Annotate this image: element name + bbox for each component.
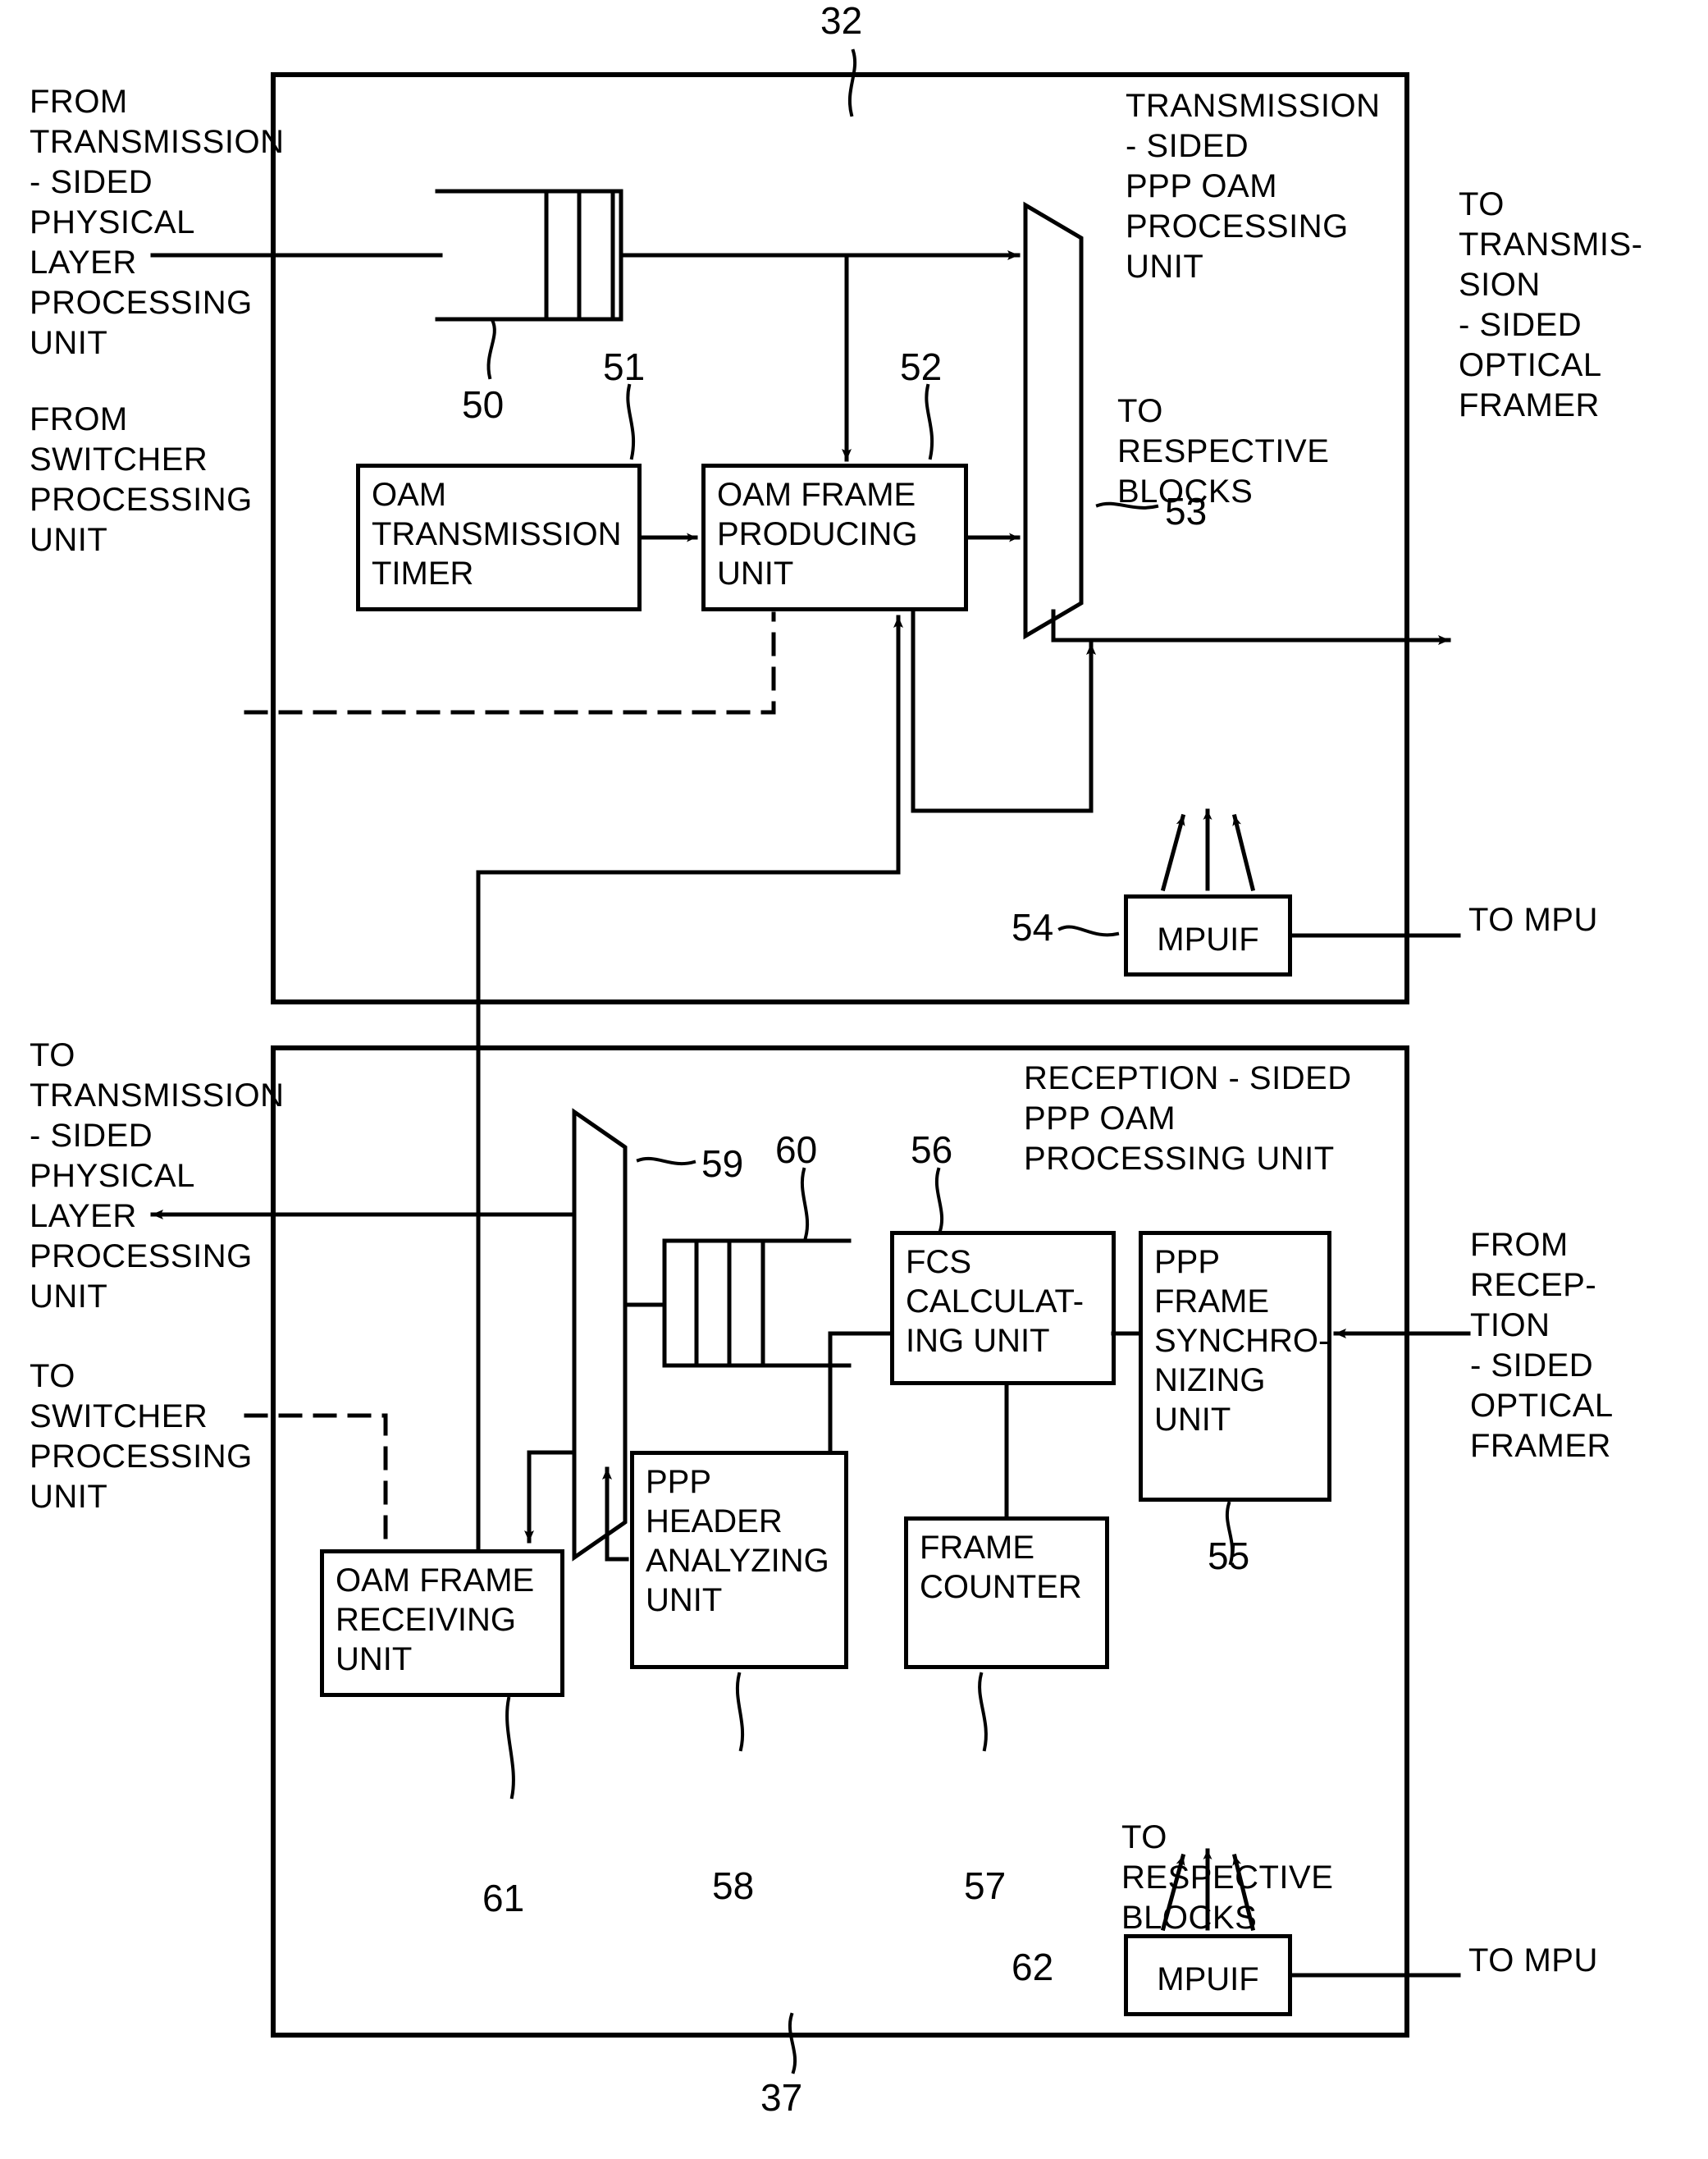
to-switcher-label: TO SWITCHER PROCESSING UNIT (30, 1358, 253, 1515)
to-respective-blocks-tx-label: TO RESPECTIVE BLOCKS (1117, 393, 1330, 510)
ref-50: 50 (462, 383, 505, 426)
to-transmission-optical-framer-label: TO TRANSMIS- SION - SIDED OPTICAL FRAMER (1459, 186, 1643, 423)
ref-57: 57 (964, 1864, 1007, 1907)
from-switcher-label: FROM SWITCHER PROCESSING UNIT (30, 401, 253, 558)
ref-54: 54 (1012, 906, 1054, 949)
ref-59: 59 (701, 1142, 744, 1185)
ref-55: 55 (1208, 1535, 1250, 1577)
ref-60: 60 (775, 1128, 818, 1171)
patent-figure: 32 37 FROM TRANSMISSION - SIDED PHYSICAL… (0, 0, 1708, 2159)
mpuif-transmission-block[interactable]: MPUIF (1124, 894, 1292, 977)
frame-counter-label: FRAME COUNTER (920, 1530, 1082, 1605)
oam-transmission-timer-label: OAM TRANSMISSION TIMER (372, 477, 622, 592)
ref-32: 32 (820, 0, 863, 42)
ref-61: 61 (482, 1877, 525, 1919)
ppp-header-analyzing-unit-block[interactable]: PPP HEADER ANALYZING UNIT (630, 1451, 848, 1669)
to-mpu-rx-label: TO MPU (1468, 1942, 1598, 1978)
to-transmission-physical-layer-label: TO TRANSMISSION - SIDED PHYSICAL LAYER P… (30, 1037, 285, 1315)
reception-sided-ppp-oam-processing-unit-title: RECEPTION - SIDED PPP OAM PROCESSING UNI… (1024, 1060, 1352, 1177)
oam-frame-producing-unit-label: OAM FRAME PRODUCING UNIT (717, 477, 918, 592)
oam-frame-receiving-unit-label: OAM FRAME RECEIVING UNIT (336, 1562, 535, 1677)
ref-37: 37 (760, 2076, 803, 2119)
fcs-calculating-unit-block[interactable]: FCS CALCULAT- ING UNIT (890, 1231, 1116, 1385)
mpuif-reception-label: MPUIF (1157, 1961, 1259, 1997)
oam-frame-producing-unit-block[interactable]: OAM FRAME PRODUCING UNIT (701, 464, 968, 611)
oam-frame-receiving-unit-block[interactable]: OAM FRAME RECEIVING UNIT (320, 1549, 564, 1697)
to-mpu-tx-label: TO MPU (1468, 902, 1598, 938)
fcs-calculating-unit-label: FCS CALCULAT- ING UNIT (906, 1244, 1085, 1359)
ppp-header-analyzing-unit-label: PPP HEADER ANALYZING UNIT (646, 1464, 829, 1618)
ref-53: 53 (1165, 490, 1208, 533)
ppp-frame-synchronizing-unit-block[interactable]: PPP FRAME SYNCHRO- NIZING UNIT (1139, 1231, 1331, 1502)
ref-52: 52 (900, 345, 943, 388)
from-transmission-physical-layer-label: FROM TRANSMISSION - SIDED PHYSICAL LAYER… (30, 84, 285, 361)
ref-62: 62 (1012, 1946, 1054, 1988)
mpuif-transmission-label: MPUIF (1157, 922, 1259, 958)
ref-58: 58 (712, 1864, 755, 1907)
to-respective-blocks-rx-label: TO RESPECTIVE BLOCKS (1121, 1819, 1334, 1936)
ref-51: 51 (603, 345, 646, 388)
from-reception-optical-framer-label: FROM RECEP- TION - SIDED OPTICAL FRAMER (1470, 1227, 1614, 1464)
transmission-sided-ppp-oam-processing-unit-title: TRANSMISSION - SIDED PPP OAM PROCESSING … (1126, 88, 1381, 285)
ppp-frame-synchronizing-unit-label: PPP FRAME SYNCHRO- NIZING UNIT (1154, 1244, 1330, 1438)
frame-counter-block[interactable]: FRAME COUNTER (904, 1516, 1109, 1669)
oam-transmission-timer-block[interactable]: OAM TRANSMISSION TIMER (356, 464, 642, 611)
mpuif-reception-block[interactable]: MPUIF (1124, 1934, 1292, 2016)
ref-56: 56 (911, 1128, 953, 1171)
